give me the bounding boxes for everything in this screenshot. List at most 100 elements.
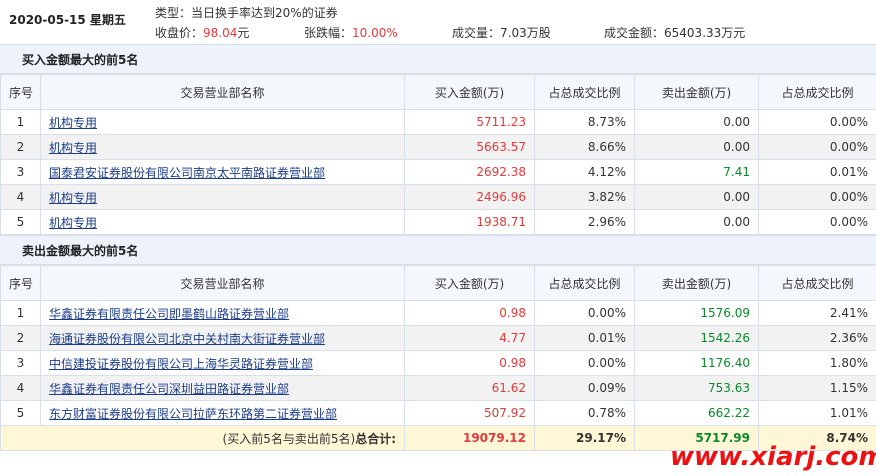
dept-link[interactable]: 机构专用: [49, 116, 97, 130]
buy-amount: 4.77: [404, 325, 535, 351]
dept-cell: 中信建投证券股份有限公司上海华灵路证券营业部: [40, 350, 405, 376]
sell-amount: 0.00: [634, 109, 759, 135]
buy-section-title: 买入金额最大的前5名: [0, 44, 876, 74]
sell-amount: 7.41: [634, 159, 759, 185]
table-row: 4 华鑫证券有限责任公司深圳益田路证券营业部 61.62 0.09% 753.6…: [0, 375, 876, 401]
sell-amount: 0.00: [634, 184, 759, 210]
total-buy-pct: 29.17%: [534, 425, 635, 451]
total-label-bold: 总合计:: [355, 431, 396, 446]
close-price: 收盘价：98.04元: [155, 24, 249, 41]
buy-amount: 5711.23: [404, 109, 535, 135]
close-unit: 元: [237, 26, 250, 40]
col-name: 交易营业部名称: [40, 74, 405, 110]
row-no: 4: [0, 375, 41, 401]
buy-amount: 61.62: [404, 375, 535, 401]
sell-amount: 1176.40: [634, 350, 759, 376]
buy-amount: 0.98: [404, 350, 535, 376]
volume-value: 7.03万股: [500, 26, 551, 40]
sell-pct: 1.01%: [758, 400, 876, 426]
sell-amount: 1576.09: [634, 300, 759, 326]
table-row: 4 机构专用 2496.96 3.82% 0.00 0.00%: [0, 184, 876, 210]
table-row: 5 东方财富证券股份有限公司拉萨东环路第二证券营业部 507.92 0.78% …: [0, 400, 876, 426]
row-no: 2: [0, 134, 41, 160]
buy-pct: 0.78%: [534, 400, 635, 426]
table-row: 2 机构专用 5663.57 8.66% 0.00 0.00%: [0, 134, 876, 160]
buy-pct: 0.09%: [534, 375, 635, 401]
volume-label: 成交量：: [452, 26, 501, 40]
col-buy: 买入金额(万): [404, 74, 535, 110]
buy-header-row: 序号 交易营业部名称 买入金额(万) 占总成交比例 卖出金额(万) 占总成交比例: [0, 74, 876, 110]
buy-amount: 2692.38: [404, 159, 535, 185]
trade-date: 2020-05-15 星期五: [9, 13, 126, 27]
amount-value: 65403.33万元: [664, 26, 746, 40]
dept-cell: 机构专用: [40, 209, 405, 235]
sell-amount: 1542.26: [634, 325, 759, 351]
row-no: 4: [0, 184, 41, 210]
amount: 成交金额：65403.33万元: [604, 24, 745, 41]
type-line: 类型：当日换手率达到20%的证券: [155, 4, 338, 21]
sell-pct: 0.00%: [758, 209, 876, 235]
table-row: 2 海通证券股份有限公司北京中关村南大街证券营业部 4.77 0.01% 154…: [0, 325, 876, 351]
sell-pct: 1.80%: [758, 350, 876, 376]
table-row: 1 机构专用 5711.23 8.73% 0.00 0.00%: [0, 109, 876, 135]
dept-link[interactable]: 华鑫证券有限责任公司深圳益田路证券营业部: [49, 382, 289, 396]
row-no: 2: [0, 325, 41, 351]
dept-cell: 海通证券股份有限公司北京中关村南大街证券营业部: [40, 325, 405, 351]
col-sell: 卖出金额(万): [634, 74, 759, 110]
table-row: 3 中信建投证券股份有限公司上海华灵路证券营业部 0.98 0.00% 1176…: [0, 350, 876, 376]
buy-pct: 0.00%: [534, 300, 635, 326]
close-value: 98.04: [203, 26, 238, 40]
buy-table: 序号 交易营业部名称 买入金额(万) 占总成交比例 卖出金额(万) 占总成交比例…: [0, 74, 876, 235]
row-no: 5: [0, 209, 41, 235]
col-no: 序号: [0, 265, 41, 301]
buy-pct: 3.82%: [534, 184, 635, 210]
dept-link[interactable]: 东方财富证券股份有限公司拉萨东环路第二证券营业部: [49, 407, 337, 421]
col-sell: 卖出金额(万): [634, 265, 759, 301]
volume: 成交量：7.03万股: [452, 24, 551, 41]
sell-amount: 662.22: [634, 400, 759, 426]
buy-amount: 5663.57: [404, 134, 535, 160]
change-value: 10.00%: [352, 26, 398, 40]
buy-pct: 8.73%: [534, 109, 635, 135]
dept-cell: 华鑫证券有限责任公司即墨鹤山路证券营业部: [40, 300, 405, 326]
row-no: 3: [0, 350, 41, 376]
sell-pct: 2.41%: [758, 300, 876, 326]
sell-table: 序号 交易营业部名称 买入金额(万) 占总成交比例 卖出金额(万) 占总成交比例…: [0, 265, 876, 451]
sell-pct: 0.00%: [758, 109, 876, 135]
rankings: 买入金额最大的前5名 序号 交易营业部名称 买入金额(万) 占总成交比例 卖出金…: [0, 44, 876, 451]
sell-pct: 1.15%: [758, 375, 876, 401]
type-value: 当日换手率达到20%的证券: [191, 6, 338, 20]
col-sell-pct: 占总成交比例: [758, 265, 876, 301]
dept-cell: 机构专用: [40, 134, 405, 160]
buy-amount: 507.92: [404, 400, 535, 426]
amount-label: 成交金额：: [604, 26, 665, 40]
type-label: 类型：: [155, 6, 192, 20]
sell-pct: 0.01%: [758, 159, 876, 185]
buy-pct: 8.66%: [534, 134, 635, 160]
dept-link[interactable]: 中信建投证券股份有限公司上海华灵路证券营业部: [49, 357, 313, 371]
dept-cell: 机构专用: [40, 184, 405, 210]
change-pct: 张跌幅：10.00%: [304, 24, 398, 41]
dept-link[interactable]: 国泰君安证券股份有限公司南京太平南路证券营业部: [49, 166, 325, 180]
buy-amount: 1938.71: [404, 209, 535, 235]
row-no: 3: [0, 159, 41, 185]
sell-header-row: 序号 交易营业部名称 买入金额(万) 占总成交比例 卖出金额(万) 占总成交比例: [0, 265, 876, 301]
watermark: www.xiarj.com: [670, 442, 876, 472]
row-no: 1: [0, 300, 41, 326]
row-no: 5: [0, 400, 41, 426]
buy-amount: 2496.96: [404, 184, 535, 210]
table-row: 5 机构专用 1938.71 2.96% 0.00 0.00%: [0, 209, 876, 235]
dept-link[interactable]: 机构专用: [49, 141, 97, 155]
table-row: 3 国泰君安证券股份有限公司南京太平南路证券营业部 2692.38 4.12% …: [0, 159, 876, 185]
sell-pct: 2.36%: [758, 325, 876, 351]
dept-link[interactable]: 机构专用: [49, 191, 97, 205]
table-row: 1 华鑫证券有限责任公司即墨鹤山路证券营业部 0.98 0.00% 1576.0…: [0, 300, 876, 326]
col-no: 序号: [0, 74, 41, 110]
dept-link[interactable]: 海通证券股份有限公司北京中关村南大街证券营业部: [49, 332, 325, 346]
dept-cell: 国泰君安证券股份有限公司南京太平南路证券营业部: [40, 159, 405, 185]
buy-pct: 4.12%: [534, 159, 635, 185]
dept-link[interactable]: 华鑫证券有限责任公司即墨鹤山路证券营业部: [49, 307, 289, 321]
sell-section-title: 卖出金额最大的前5名: [0, 235, 876, 265]
sell-amount: 0.00: [634, 209, 759, 235]
dept-link[interactable]: 机构专用: [49, 216, 97, 230]
